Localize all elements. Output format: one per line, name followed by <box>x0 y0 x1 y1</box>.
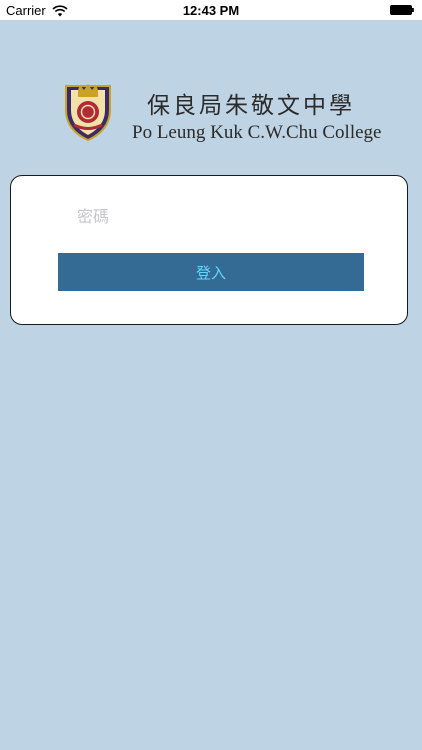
school-name-english: Po Leung Kuk C.W.Chu College <box>132 122 382 143</box>
password-input[interactable] <box>77 198 367 234</box>
login-button[interactable]: 登入 <box>58 253 364 291</box>
login-card: 登入 <box>10 175 408 325</box>
school-name-chinese: 保良局朱敬文中學 <box>147 93 355 119</box>
battery-full-icon <box>390 5 414 15</box>
school-crest-icon <box>65 84 111 142</box>
school-header: 保良局朱敬文中學 Po Leung Kuk C.W.Chu College <box>62 80 381 150</box>
status-time: 12:43 PM <box>182 3 240 18</box>
status-bar: Carrier 12:43 PM <box>0 0 422 20</box>
